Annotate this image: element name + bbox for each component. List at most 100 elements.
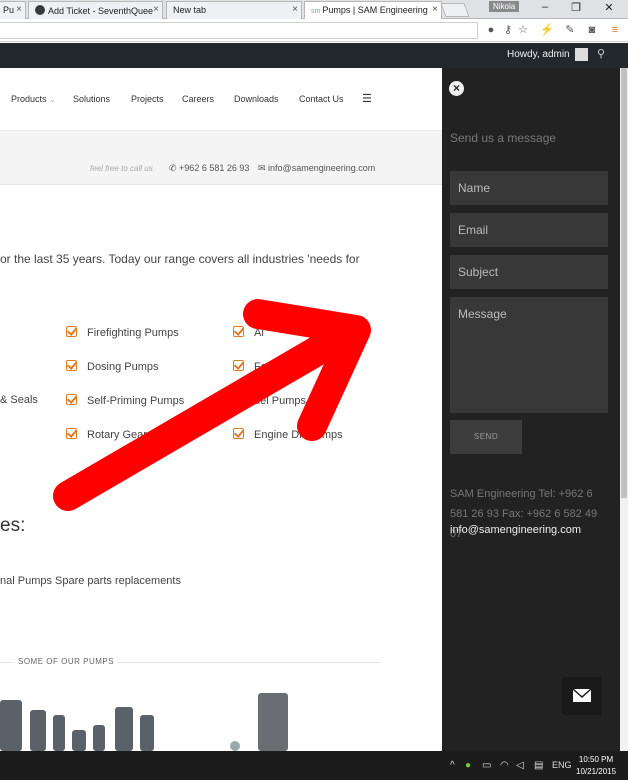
section-label: SOME OF OUR PUMPS — [14, 657, 119, 666]
checkbox-icon — [66, 326, 77, 337]
pump-item: & Seals — [0, 394, 38, 406]
lightbulb-icon[interactable]: ● — [484, 23, 498, 37]
star-icon[interactable]: ☆ — [516, 23, 530, 37]
browser-tab-4-label: Pumps | SAM Engineering — [322, 5, 428, 15]
pump-label: Dosing Pumps — [87, 361, 159, 373]
section-heading: es: — [0, 515, 26, 536]
name-field[interactable]: Name — [450, 171, 608, 205]
avatar[interactable] — [575, 48, 588, 61]
browser-tab-bar: Pu × Add Ticket - SeventhQuee × New tab … — [0, 0, 628, 19]
browser-tab-3[interactable]: New tab × — [166, 1, 302, 19]
nav-item-projects[interactable]: Projects — [131, 94, 164, 104]
envelope-icon: ✉ — [258, 163, 269, 173]
nav-item-products[interactable]: Products ⌄ — [11, 94, 55, 104]
search-icon[interactable]: ⚲ — [597, 47, 605, 60]
key-icon[interactable]: ⚷ — [501, 23, 515, 37]
browser-toolbar: ● ⚷ ☆ ⚡ ✎ ◙ ≡ — [0, 19, 628, 42]
new-tab-button[interactable] — [440, 3, 470, 17]
windows-taskbar: ^ ● ▭ ◠ ◁ ▤ ENG 10:50 PM 10/21/2015 — [0, 751, 628, 780]
nav-item-contact-us[interactable]: Contact Us — [299, 94, 344, 104]
header-email-text: info@samengineering.com — [268, 163, 376, 173]
clock-date: 10/21/2015 — [576, 767, 617, 776]
sam-favicon-icon: sm — [311, 8, 321, 15]
phone-icon: ✆ — [169, 163, 180, 173]
profile-name[interactable]: Nikola — [489, 1, 520, 12]
menu-icon[interactable]: ≡ — [608, 23, 622, 37]
pump-image — [140, 715, 154, 751]
checkbox-icon — [66, 394, 77, 405]
pump-item: Self-Priming Pumps — [66, 394, 184, 407]
close-icon[interactable]: × — [153, 4, 159, 15]
browser-tab-2[interactable]: Add Ticket - SeventhQuee × — [28, 1, 163, 19]
envelope-icon — [572, 688, 592, 702]
message-fab-button[interactable] — [562, 677, 602, 715]
howdy-label[interactable]: Howdy, admin — [507, 49, 570, 60]
intro-text: or the last 35 years. Today our range co… — [0, 252, 360, 266]
close-panel-button[interactable]: × — [449, 81, 464, 96]
main-content: or the last 35 years. Today our range co… — [0, 185, 442, 751]
panel-email-link[interactable]: info@samengineering.com — [450, 524, 581, 536]
pump-item: Engine Dri Pumps — [233, 428, 343, 441]
browser-tab-4[interactable]: sm Pumps | SAM Engineering × — [304, 1, 442, 19]
close-icon[interactable]: × — [16, 4, 22, 15]
lightning-icon[interactable]: ⚡ — [540, 23, 554, 37]
notification-icon[interactable]: ▤ — [534, 760, 543, 771]
scrollbar-thumb[interactable] — [621, 68, 627, 498]
spare-parts-text: nal Pumps Spare parts replacements — [0, 575, 181, 587]
battery-icon[interactable]: ▭ — [482, 760, 491, 771]
email-field[interactable]: Email — [450, 213, 608, 247]
call-us-text: feel free to call us — [90, 164, 153, 173]
address-bar[interactable] — [0, 22, 478, 39]
pump-image — [0, 700, 22, 751]
system-clock[interactable]: 10:50 PM 10/21/2015 — [576, 754, 616, 778]
pump-label: uel Pumps — [254, 395, 306, 407]
wp-admin-bar: Howdy, admin ⚲ — [0, 43, 628, 68]
checkbox-icon — [233, 394, 244, 405]
pump-item: Dosing Pumps — [66, 360, 159, 373]
checkbox-icon — [233, 360, 244, 371]
subject-field[interactable]: Subject — [450, 255, 608, 289]
pump-image — [115, 707, 133, 751]
pump-item: Fo — [233, 360, 267, 373]
checkbox-icon — [233, 326, 244, 337]
language-indicator[interactable]: ENG — [552, 760, 572, 770]
site-header: Products ⌄ Solutions Projects Careers Dow… — [0, 68, 442, 131]
browser-tab-1-label: Pu — [3, 5, 15, 15]
close-icon[interactable]: × — [292, 4, 298, 15]
header-email[interactable]: ✉ info@samengineering.com — [258, 163, 375, 174]
minimize-icon[interactable]: – — [535, 1, 555, 13]
app-tray-icon[interactable]: ● — [465, 760, 471, 771]
send-button[interactable]: SEND — [450, 420, 522, 454]
contact-side-panel: × Send us a message Name Email Subject M… — [442, 68, 620, 751]
pump-image — [258, 693, 288, 751]
hamburger-icon[interactable]: ☰ — [362, 92, 372, 105]
clock-time: 10:50 PM — [578, 755, 614, 764]
pump-label: Ai — [254, 327, 264, 339]
checkbox-icon — [66, 360, 77, 371]
phone-number: ✆ +962 6 581 26 93 — [169, 163, 249, 174]
nav-item-downloads[interactable]: Downloads — [234, 94, 279, 104]
pocket-icon[interactable]: ◙ — [585, 23, 599, 37]
close-icon[interactable]: × — [432, 4, 438, 15]
pump-label: Engine Dri Pumps — [254, 429, 343, 441]
edit-page-icon[interactable]: ✎ — [563, 23, 577, 37]
chevron-up-icon[interactable]: ^ — [450, 760, 455, 771]
pump-label: Self-Priming Pumps — [87, 395, 185, 407]
browser-tab-1[interactable]: Pu × — [0, 1, 26, 19]
volume-icon[interactable]: ◁ — [516, 760, 524, 771]
page-scrollbar[interactable] — [620, 68, 628, 751]
pump-item: Firefighting Pumps — [66, 326, 179, 339]
restore-icon[interactable]: ❐ — [566, 1, 586, 14]
pump-image — [30, 710, 46, 751]
pump-item: Ai — [233, 326, 264, 339]
pump-item: uel Pumps — [233, 394, 306, 407]
pump-image — [53, 715, 65, 751]
pump-label: Firefighting Pumps — [87, 327, 179, 339]
wifi-icon[interactable]: ◠ — [500, 760, 509, 771]
panel-title: Send us a message — [450, 131, 557, 145]
nav-item-careers[interactable]: Careers — [182, 94, 214, 104]
nav-item-solutions[interactable]: Solutions — [73, 94, 110, 104]
window-close-icon[interactable]: ✕ — [599, 1, 619, 14]
message-field[interactable]: Message — [450, 297, 608, 413]
contact-bar: feel free to call us ✆ +962 6 581 26 93 … — [0, 131, 442, 185]
